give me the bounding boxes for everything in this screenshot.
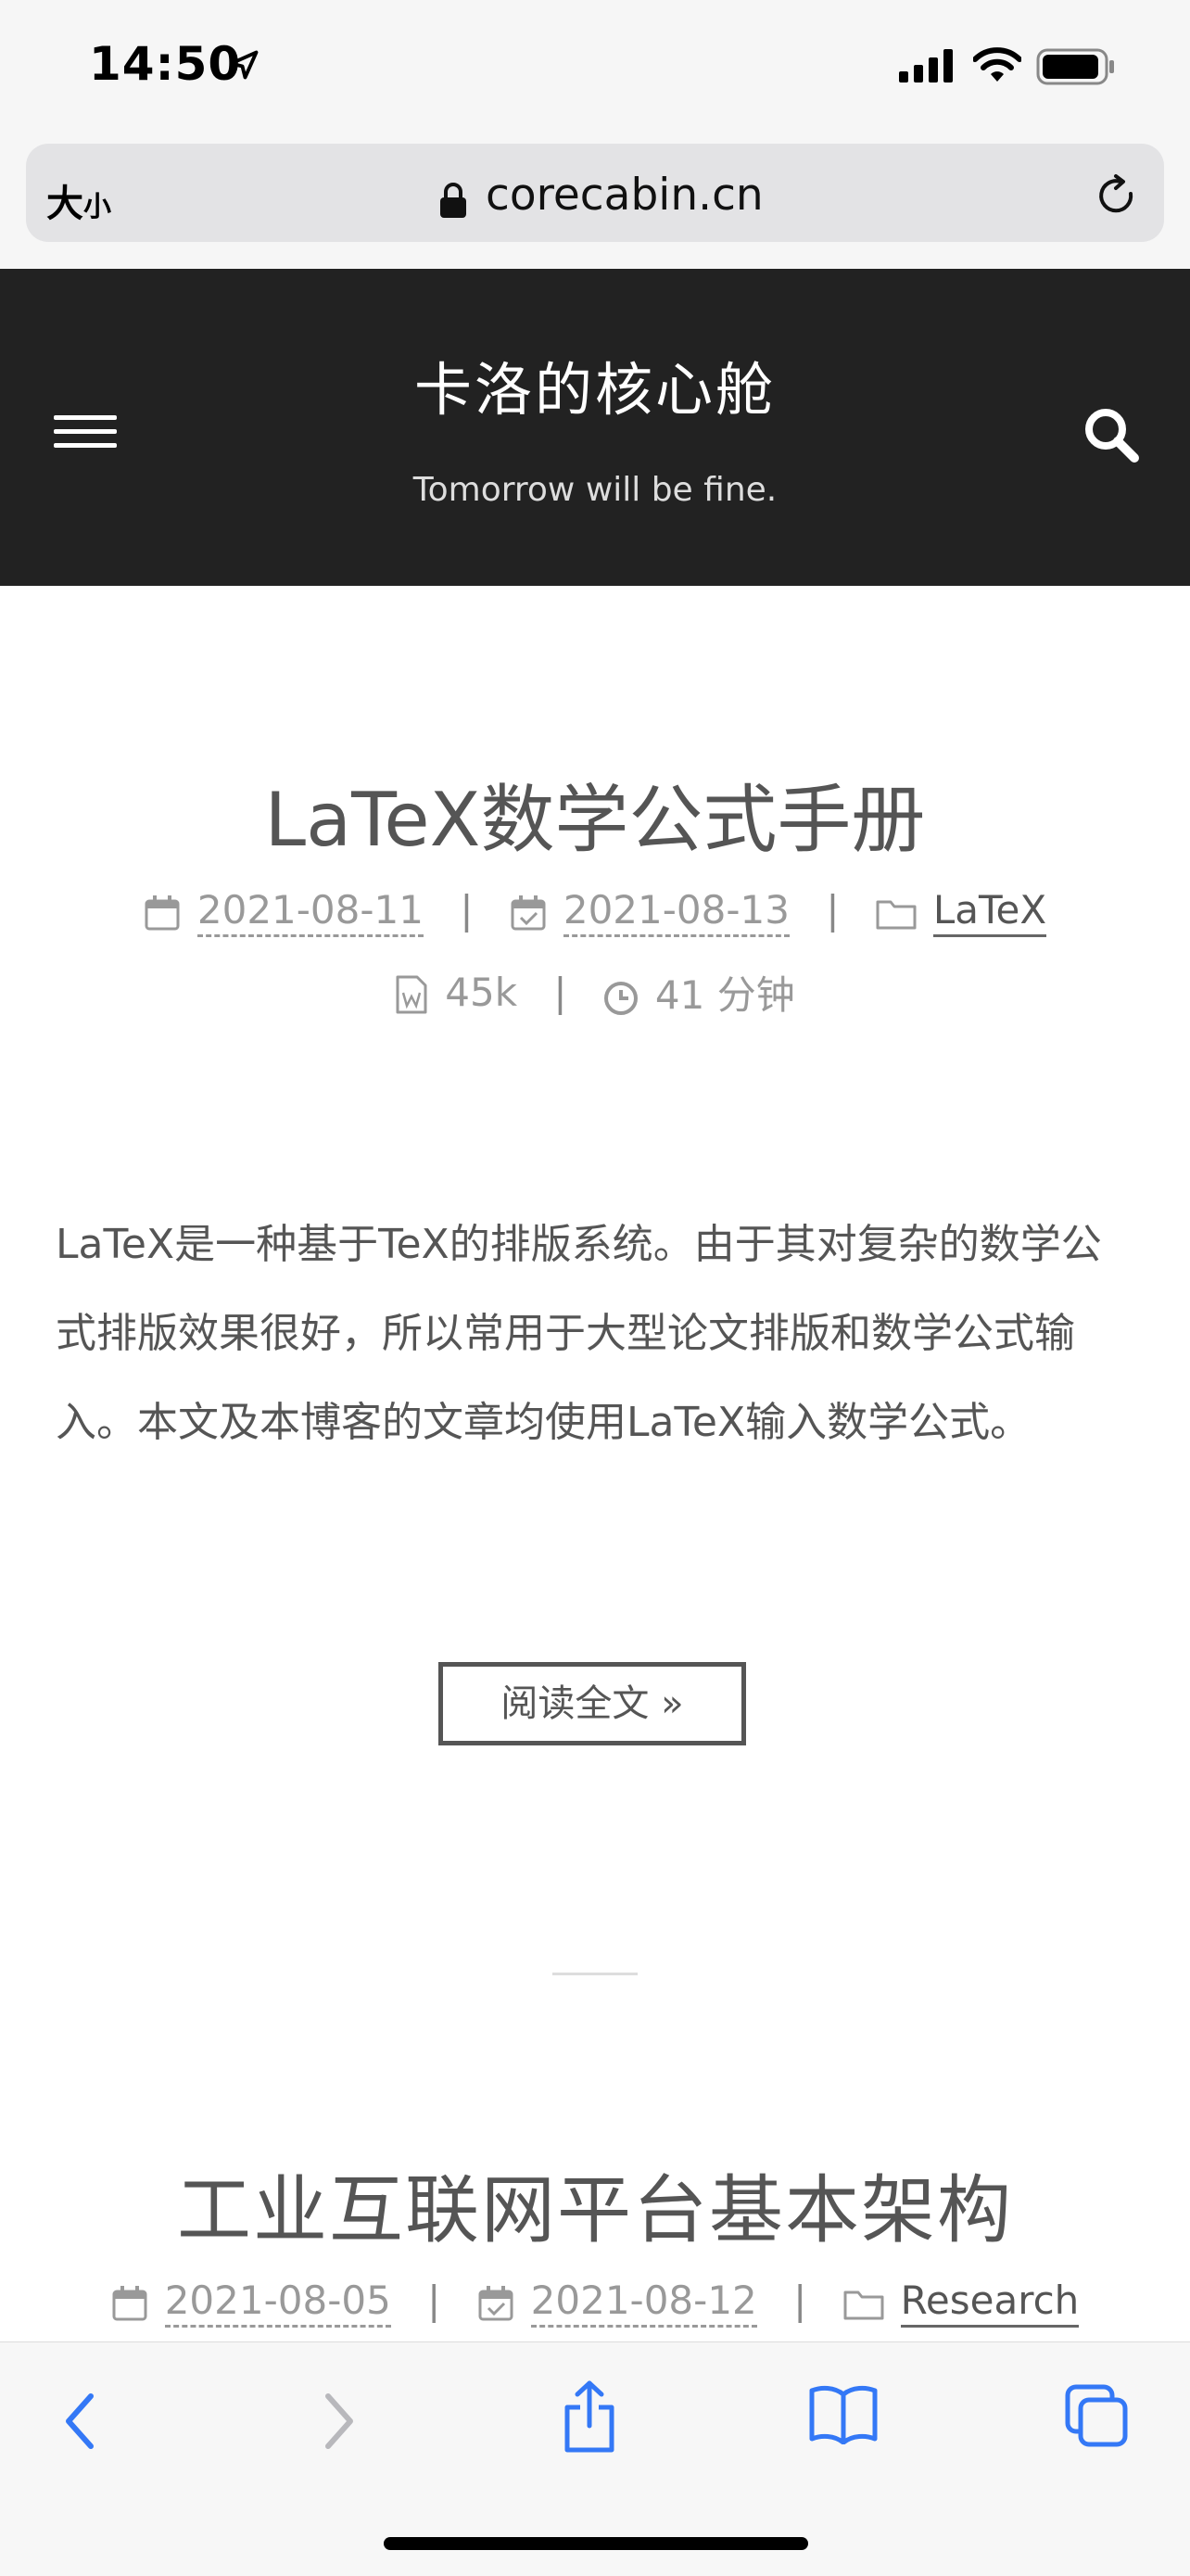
- word-file-icon: [396, 975, 427, 1014]
- meta-separator: |: [460, 887, 474, 933]
- status-time: 14:50: [89, 37, 242, 91]
- post-updated: 2021-08-12: [477, 2278, 757, 2328]
- post-created: 2021-08-05: [111, 2278, 391, 2328]
- post-created: 2021-08-11: [144, 887, 424, 937]
- category-link[interactable]: LaTeX: [932, 887, 1047, 937]
- url-text: corecabin.cn: [486, 170, 764, 221]
- post-wordcount: 45k: [395, 970, 517, 1016]
- category-link[interactable]: Research: [900, 2278, 1080, 2328]
- meta-separator: |: [793, 2278, 807, 2323]
- post-category: Research: [843, 2278, 1080, 2328]
- search-icon[interactable]: [1082, 406, 1140, 463]
- share-icon[interactable]: [562, 2379, 617, 2454]
- meta-separator: |: [427, 2278, 441, 2323]
- calendar-icon: [145, 895, 180, 930]
- meta-separator: |: [553, 970, 567, 1015]
- text-size-big-label: 大: [46, 183, 83, 225]
- site-title[interactable]: 卡洛的核心舱: [0, 343, 1190, 426]
- lock-icon: [440, 183, 466, 218]
- location-arrow-icon: [229, 50, 259, 80]
- cellular-signal-icon: [899, 49, 953, 82]
- calendar-icon: [112, 2285, 147, 2320]
- site-header: 卡洛的核心舱 Tomorrow will be fine.: [0, 269, 1190, 586]
- calendar-check-icon: [511, 895, 546, 930]
- post-divider: [552, 1973, 638, 1975]
- address-bar: 大小 corecabin.cn: [0, 134, 1190, 269]
- reload-icon[interactable]: [1094, 173, 1140, 220]
- post-stats: 45k | 41 分钟: [0, 964, 1190, 1021]
- post-title[interactable]: 工业互联网平台基本架构: [0, 2151, 1190, 2258]
- read-time: 41 分钟: [654, 972, 795, 1018]
- text-size-button[interactable]: 大小: [46, 173, 111, 227]
- forward-icon[interactable]: [319, 2389, 360, 2454]
- created-date[interactable]: 2021-08-05: [164, 2278, 391, 2328]
- post-category: LaTeX: [876, 887, 1047, 937]
- meta-separator: |: [826, 887, 840, 933]
- home-indicator[interactable]: [384, 2537, 808, 2550]
- back-icon[interactable]: [59, 2389, 100, 2454]
- bookmarks-icon[interactable]: [808, 2385, 879, 2444]
- url-field[interactable]: 大小 corecabin.cn: [26, 144, 1164, 242]
- word-count: 45k: [445, 969, 518, 1015]
- post-meta: 2021-08-05 | 2021-08-12 | Research: [0, 2275, 1190, 2328]
- updated-date[interactable]: 2021-08-12: [530, 2278, 757, 2328]
- read-more-button[interactable]: 阅读全文 »: [438, 1662, 746, 1745]
- post-readtime: 41 分钟: [603, 964, 795, 1021]
- clock-icon: [603, 981, 638, 1015]
- wifi-icon: [973, 47, 1021, 82]
- status-bar: 14:50: [0, 0, 1190, 134]
- site-subtitle: Tomorrow will be fine.: [412, 471, 778, 509]
- tabs-icon[interactable]: [1064, 2383, 1129, 2448]
- text-size-small-label: 小: [83, 191, 111, 223]
- folder-icon: [876, 900, 917, 929]
- post-meta: 2021-08-11 | 2021-08-13 | LaTeX: [0, 884, 1190, 937]
- post-updated: 2021-08-13: [510, 887, 790, 937]
- folder-icon: [843, 2290, 884, 2319]
- updated-date[interactable]: 2021-08-13: [563, 887, 790, 937]
- created-date[interactable]: 2021-08-11: [196, 887, 424, 937]
- post-title[interactable]: LaTeX数学公式手册: [0, 760, 1190, 868]
- post-excerpt: LaTeX是一种基于TeX的排版系统。由于其对复杂的数学公式排版效果很好，所以常…: [56, 1221, 1102, 1446]
- battery-icon: [1036, 48, 1114, 85]
- calendar-check-icon: [478, 2285, 513, 2320]
